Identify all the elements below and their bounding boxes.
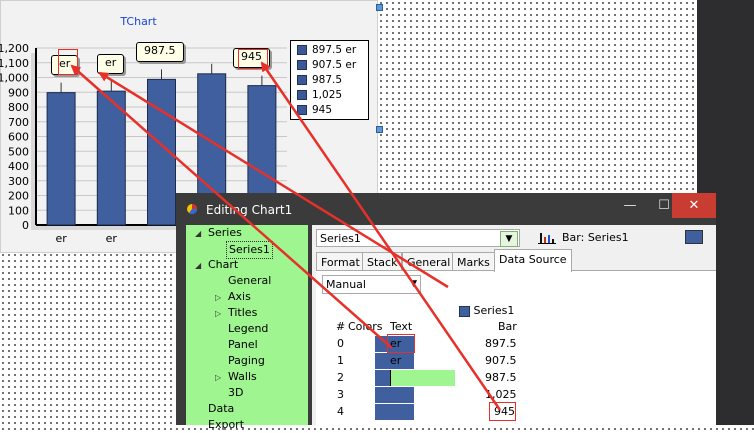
arrow-text-to-mark	[70, 64, 393, 349]
arrow-source-to-mark	[98, 71, 449, 289]
arrow-value-to-mark	[260, 61, 502, 411]
tab-data-source[interactable]: Data Source	[494, 249, 572, 272]
annotation-arrows	[70, 61, 502, 411]
